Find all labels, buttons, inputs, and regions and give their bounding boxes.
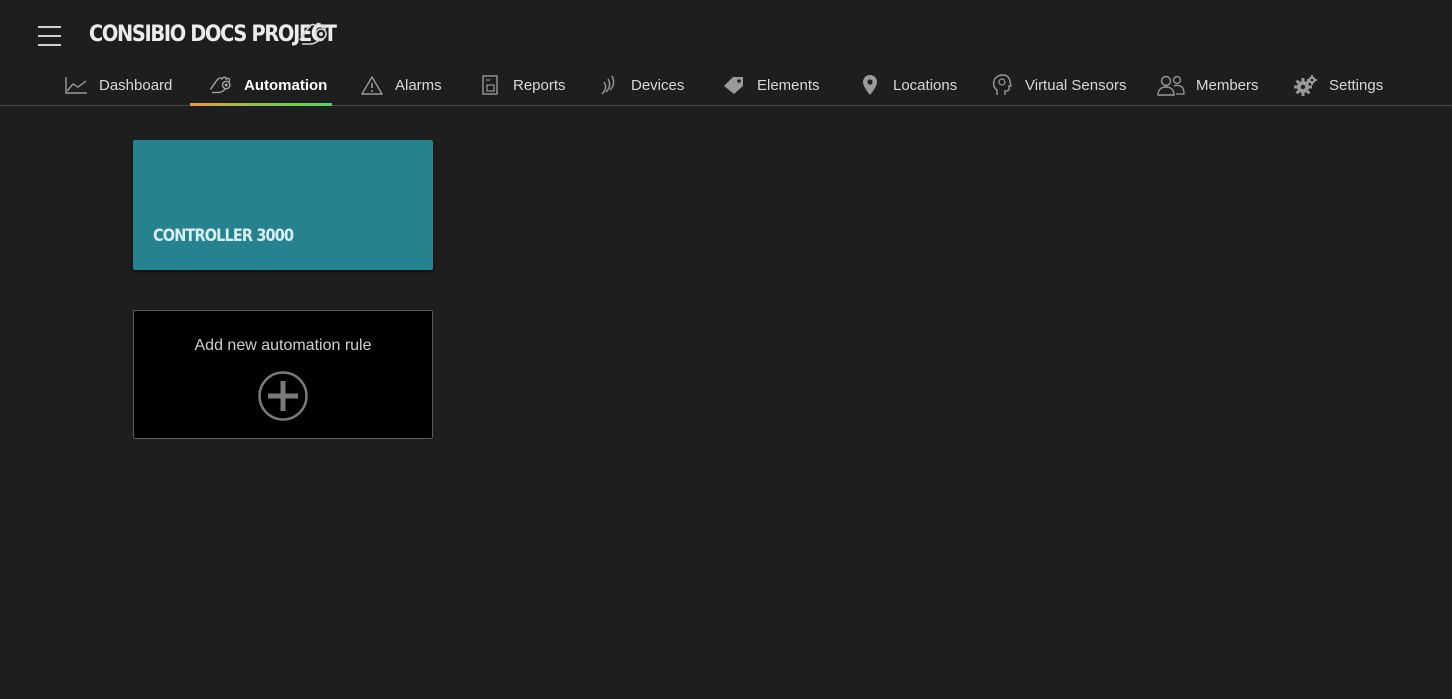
- tab-label: Dashboard: [99, 76, 173, 94]
- automation-hand-icon: [299, 22, 327, 45]
- tab-dashboard[interactable]: Dashboard: [64, 64, 172, 106]
- wireless-signal-icon: [596, 73, 620, 97]
- tab-alarms[interactable]: Alarms: [360, 64, 442, 106]
- plus-circle-icon: [258, 371, 308, 421]
- tab-settings[interactable]: Settings: [1294, 64, 1383, 106]
- automation-hand-icon: [209, 73, 233, 97]
- tab-label: Locations: [893, 76, 958, 94]
- tab-label: Devices: [631, 76, 685, 94]
- map-pin-icon: [858, 73, 882, 97]
- tab-label: Reports: [513, 76, 566, 94]
- tab-locations[interactable]: Locations: [858, 64, 957, 106]
- tab-label: Alarms: [395, 76, 442, 94]
- hamburger-menu-icon[interactable]: [38, 26, 61, 48]
- tab-devices[interactable]: Devices: [596, 64, 684, 106]
- tab-automation[interactable]: Automation: [190, 64, 332, 106]
- tab-label: Settings: [1329, 76, 1384, 94]
- add-automation-rule-card[interactable]: Add new automation rule: [133, 310, 433, 439]
- tab-label: Automation: [244, 76, 328, 94]
- app-header: CONSIBIO DOCS PROJECT Dashboard Automati…: [0, 0, 1452, 106]
- report-document-icon: [478, 73, 502, 97]
- warning-triangle-icon: [360, 73, 384, 97]
- tab-virtual-sensors[interactable]: Virtual Sensors: [990, 64, 1126, 106]
- chart-line-icon: [64, 73, 88, 97]
- tab-members[interactable]: Members: [1157, 64, 1259, 106]
- tab-label: Virtual Sensors: [1025, 76, 1127, 94]
- main-navigation: Dashboard Automation Alarms Reports Devi: [0, 64, 1452, 106]
- tab-label: Elements: [757, 76, 820, 94]
- automation-rule-card[interactable]: CONTROLLER 3000: [133, 140, 433, 270]
- add-rule-label: Add new automation rule: [194, 337, 372, 354]
- tag-icon: [722, 73, 746, 97]
- tab-label: Members: [1196, 76, 1259, 94]
- users-icon: [1157, 73, 1185, 97]
- rule-name: CONTROLLER 3000: [153, 226, 294, 246]
- virtual-sensor-head-icon: [990, 73, 1014, 97]
- tab-reports[interactable]: Reports: [478, 64, 566, 106]
- gears-icon: [1294, 73, 1318, 97]
- tab-elements[interactable]: Elements: [722, 64, 820, 106]
